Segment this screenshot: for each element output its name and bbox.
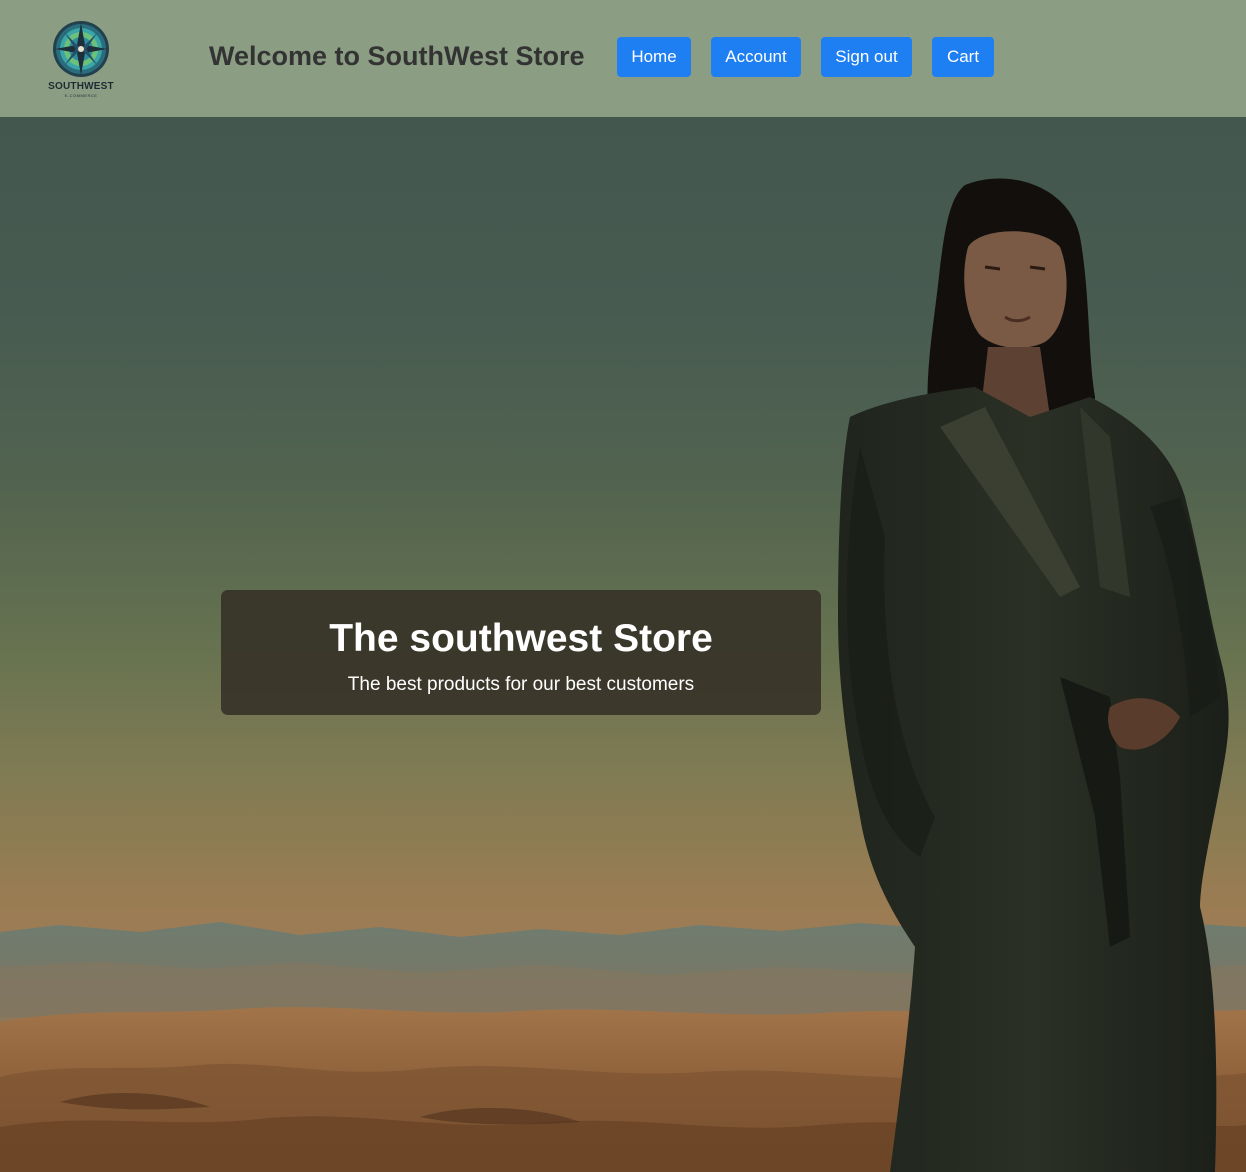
cart-button[interactable]: Cart — [932, 37, 994, 77]
logo-tagline: E-COMMERCE — [64, 93, 98, 98]
home-button[interactable]: Home — [617, 37, 691, 77]
hero-banner: The southwest Store The best products fo… — [0, 117, 1246, 1172]
site-logo[interactable]: SOUTHWEST E-COMMERCE — [44, 18, 118, 100]
compass-icon — [53, 21, 109, 77]
site-header: SOUTHWEST E-COMMERCE Welcome to SouthWes… — [0, 0, 1246, 117]
hero-title: The southwest Store — [329, 617, 713, 660]
hero-caption: The southwest Store The best products fo… — [221, 590, 821, 715]
account-button[interactable]: Account — [711, 37, 801, 77]
page-title: Welcome to SouthWest Store — [209, 41, 585, 71]
logo-wordmark: SOUTHWEST — [48, 81, 114, 92]
hero-subtitle: The best products for our best customers — [347, 674, 695, 695]
page: SOUTHWEST E-COMMERCE Welcome to SouthWes… — [0, 0, 1246, 1172]
sign-out-button[interactable]: Sign out — [821, 37, 912, 77]
